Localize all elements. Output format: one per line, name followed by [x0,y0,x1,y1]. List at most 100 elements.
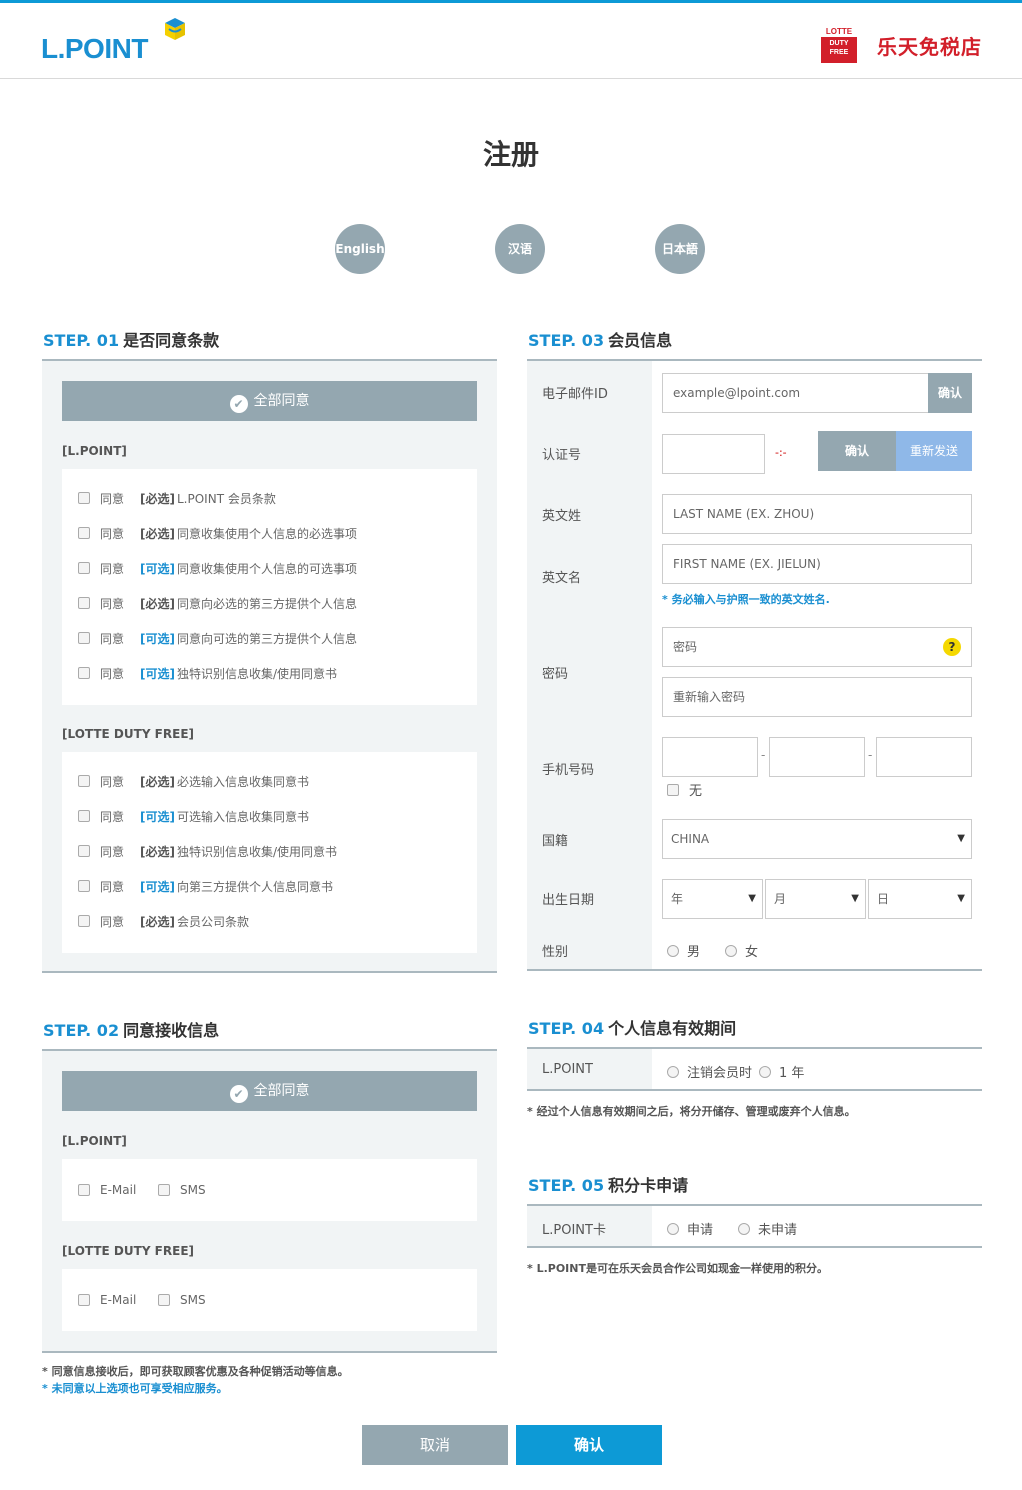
lpoint-term-row[interactable]: 同意 [必选] 同意收集使用个人信息的必选事项 [78,523,357,543]
lang-chinese-button[interactable]: 汉语 [495,224,545,274]
ldf-sms-option[interactable]: SMS [158,1290,206,1310]
birth-month-select[interactable]: 月 ▼ [765,879,866,919]
password-help-icon[interactable]: ? [943,638,961,656]
term-text[interactable]: 独特识别信息收集/使用同意书 [177,665,337,682]
lotte-badge: LOTTE DUTY FREE [821,27,857,63]
term-text[interactable]: 会员公司条款 [177,913,249,930]
password-confirm-field[interactable]: 重新输入密码 [662,677,972,717]
retention-until-withdrawal-option[interactable]: 注销会员时 [667,1062,752,1081]
checkbox[interactable] [78,775,90,787]
email-confirm-button[interactable]: 确认 [928,373,972,413]
term-text[interactable]: 同意向可选的第三方提供个人信息 [177,630,357,647]
lang-english-button[interactable]: English [335,224,385,274]
term-text[interactable]: 独特识别信息收集/使用同意书 [177,843,337,860]
lpoint-term-row[interactable]: 同意 [可选] 同意向可选的第三方提供个人信息 [78,628,357,648]
step5-card-panel: L.POINT卡 申请 未申请 [527,1204,982,1248]
password-label: 密码 [542,667,569,682]
step2-agree-all-button[interactable]: ✔ 全部同意 [62,1071,477,1111]
lpoint-term-row[interactable]: 同意 [可选] 独特识别信息收集/使用同意书 [78,663,337,683]
term-text[interactable]: 向第三方提供个人信息同意书 [177,878,333,895]
last-name-field[interactable]: LAST NAME (EX. ZHOU) [662,494,972,534]
card-label: L.POINT卡 [542,1223,606,1238]
phone-part2-field[interactable] [769,737,865,777]
lpoint-email-option[interactable]: E-Mail [78,1180,136,1200]
term-text[interactable]: 必选输入信息收集同意书 [177,773,309,790]
term-text[interactable]: 同意收集使用个人信息的必选事项 [177,525,357,542]
cancel-button[interactable]: 取消 [362,1425,508,1465]
ldf-term-row[interactable]: 同意 [可选] 可选输入信息收集同意书 [78,806,309,826]
no-phone-option[interactable]: 无 [667,780,702,799]
ldf-email-option[interactable]: E-Mail [78,1290,136,1310]
lotte-duty-free-logo[interactable]: LOTTE DUTY FREE 乐天免税店 [821,27,982,63]
checkbox[interactable] [158,1294,170,1306]
retention-1-year-option[interactable]: 1 年 [759,1062,804,1081]
term-text[interactable]: 同意向必选的第三方提供个人信息 [177,595,357,612]
birth-day-select[interactable]: 日 ▼ [868,879,972,919]
step1-agree-all-button[interactable]: ✔ 全部同意 [62,381,477,421]
term-tag: [可选] [140,666,175,681]
radio-button[interactable] [725,945,737,957]
lang-japanese-button[interactable]: 日本語 [655,224,705,274]
radio-button[interactable] [667,1223,679,1235]
radio-button[interactable] [667,945,679,957]
agree-label: 同意 [100,774,125,789]
code-confirm-button[interactable]: 确认 [818,431,896,471]
agree-label: 同意 [100,879,125,894]
checkbox[interactable] [78,492,90,504]
checkbox[interactable] [158,1184,170,1196]
lpoint-term-row[interactable]: 同意 [必选] 同意向必选的第三方提供个人信息 [78,593,357,613]
lpoint-cube-icon [165,18,185,40]
lpoint-logo[interactable]: L.POINT [41,33,148,65]
checkbox[interactable] [78,1294,90,1306]
checkbox[interactable] [667,783,679,796]
card-apply-option[interactable]: 申请 [667,1219,713,1238]
step2-heading: STEP. 02 同意接收信息 [43,1021,220,1040]
gender-label: 性别 [542,945,569,960]
nationality-select[interactable]: CHINA ▼ [662,819,972,859]
confirm-button[interactable]: 确认 [516,1425,662,1465]
ldf-term-row[interactable]: 同意 [必选] 会员公司条款 [78,911,249,931]
email-label: 电子邮件ID [542,387,608,402]
checkbox[interactable] [78,880,90,892]
password-field[interactable]: 密码 [662,627,972,667]
ldf-term-row[interactable]: 同意 [必选] 独特识别信息收集/使用同意书 [78,841,337,861]
name-note: * 务必输入与护照一致的英文姓名. [662,593,830,606]
lpoint-term-row[interactable]: 同意 [可选] 同意收集使用个人信息的可选事项 [78,558,357,578]
checkbox[interactable] [78,915,90,927]
lpoint-sms-option[interactable]: SMS [158,1180,206,1200]
phone-part3-field[interactable] [876,737,972,777]
agree-label: 同意 [100,844,125,859]
checkbox[interactable] [78,632,90,644]
checkbox[interactable] [78,1184,90,1196]
term-text[interactable]: L.POINT 会员条款 [177,490,276,507]
agree-label: 同意 [100,596,125,611]
email-field[interactable]: example@lpoint.com [662,373,929,413]
step2-consent-panel: ✔ 全部同意 [L.POINT] E-Mail SMS [LOTTE DUTY F… [42,1049,497,1353]
chevron-down-icon: ▼ [957,893,965,904]
gender-female-option[interactable]: 女 [725,941,758,960]
checkbox[interactable] [78,845,90,857]
radio-button[interactable] [667,1066,679,1078]
ldf-term-row[interactable]: 同意 [可选] 向第三方提供个人信息同意书 [78,876,333,896]
checkbox[interactable] [78,597,90,609]
step4-retention-panel: L.POINT 注销会员时 1 年 [527,1047,982,1091]
birth-year-select[interactable]: 年 ▼ [662,879,763,919]
card-not-apply-option[interactable]: 未申请 [738,1219,797,1238]
ldf-term-row[interactable]: 同意 [必选] 必选输入信息收集同意书 [78,771,309,791]
radio-button[interactable] [738,1223,750,1235]
checkbox[interactable] [78,527,90,539]
radio-button[interactable] [759,1066,771,1078]
phone-part1-field[interactable] [662,737,758,777]
gender-male-option[interactable]: 男 [667,941,700,960]
retention-label: L.POINT [542,1062,593,1077]
first-name-field[interactable]: FIRST NAME (EX. JIELUN) [662,544,972,584]
checkbox[interactable] [78,667,90,679]
lpoint-term-row[interactable]: 同意 [必选] L.POINT 会员条款 [78,488,276,508]
term-text[interactable]: 可选输入信息收集同意书 [177,808,309,825]
checkbox[interactable] [78,810,90,822]
term-text[interactable]: 同意收集使用个人信息的可选事项 [177,560,357,577]
verification-code-field[interactable] [662,434,765,474]
checkbox[interactable] [78,562,90,574]
step1-terms-panel: ✔ 全部同意 [L.POINT] 同意 [必选] L.POINT 会员条款 同意 [必选]… [42,359,497,973]
resend-code-button[interactable]: 重新发送 [896,431,972,471]
